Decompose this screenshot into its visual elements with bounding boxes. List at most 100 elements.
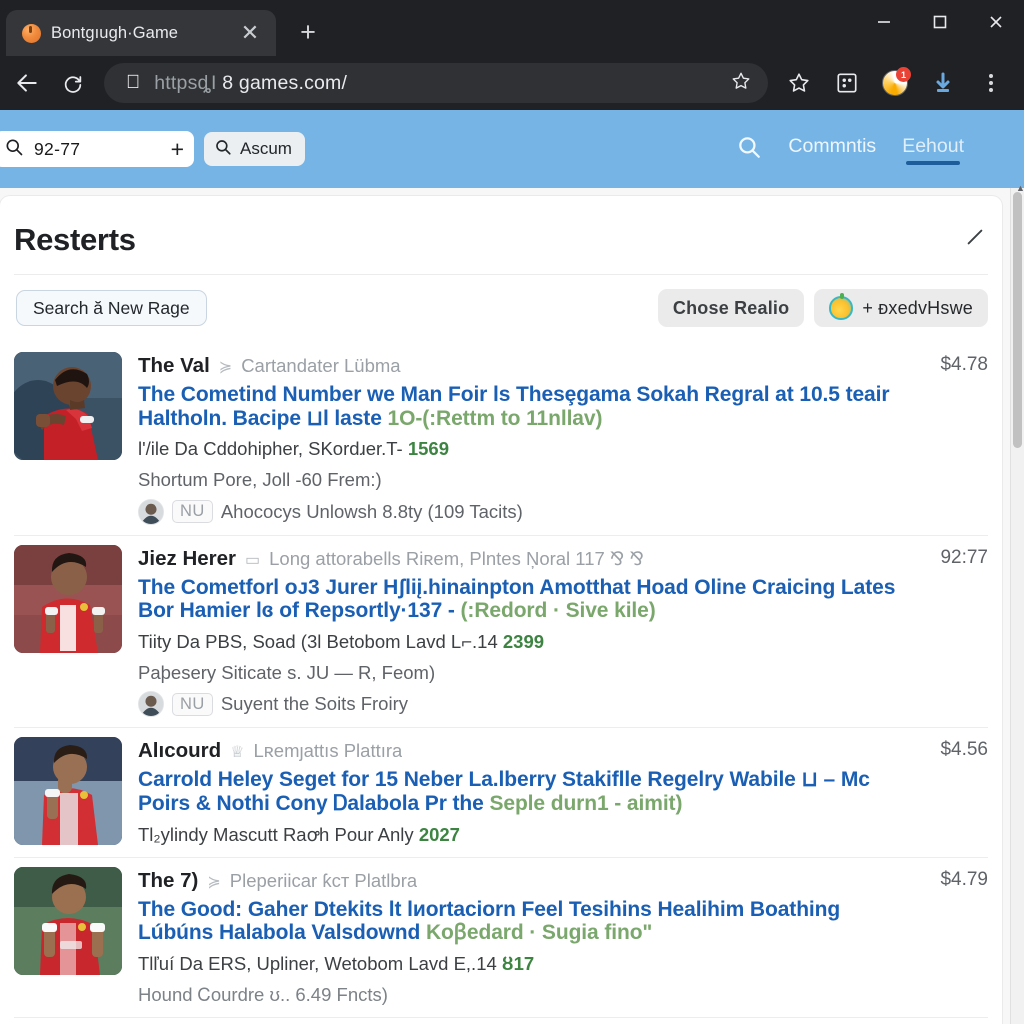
table-row[interactable]: The Val ≽ Cartandater Lübma The Cometind… bbox=[14, 343, 988, 536]
nav-link-commntis[interactable]: Commntis bbox=[788, 135, 876, 163]
table-row[interactable]: Jiez Herer ▭ Long attorabells Riʀem, Pln… bbox=[14, 536, 988, 729]
chose-realio-button[interactable]: Chose Realio bbox=[657, 289, 805, 327]
byline-avatar bbox=[138, 498, 164, 525]
result-meta-icon: ≽ bbox=[218, 359, 233, 376]
edit-pencil-icon[interactable] bbox=[964, 226, 986, 253]
browser-toolbar:  httpsȡI 8 games.com/ 1 bbox=[0, 56, 1024, 110]
result-thumbnail bbox=[14, 352, 122, 460]
result-body: The 7) ≽ Pleperiicar ƙᴄᴛ Platlbra The Go… bbox=[138, 867, 900, 1008]
card-header: Resterts bbox=[14, 196, 988, 275]
result-header-line: The 7) ≽ Pleperiicar ƙᴄᴛ Platlbra bbox=[138, 869, 900, 893]
table-row[interactable]: Alıcourd ♕ Lʀemȷattıs Plattıra Carrold H… bbox=[14, 728, 988, 858]
window-minimize-button[interactable] bbox=[856, 0, 912, 44]
star-bookmark-icon[interactable] bbox=[776, 60, 822, 106]
byline-badge: NU bbox=[172, 500, 213, 524]
downloads-icon[interactable] bbox=[920, 60, 966, 106]
page-scrollbar-thumb[interactable]: ▲ bbox=[1013, 183, 1024, 448]
tab-title: Bontgıugh·Game bbox=[51, 23, 179, 42]
kebab-menu-icon bbox=[989, 74, 993, 92]
table-row[interactable]: The 7) ≽ Pleperiicar ƙᴄᴛ Platlbra The Go… bbox=[14, 858, 988, 1019]
tab-favicon-icon bbox=[22, 23, 41, 43]
apple-icon:  bbox=[126, 73, 140, 92]
result-meta: Long attorabells Riʀem, Plntes Ņoral 117… bbox=[269, 547, 644, 569]
extensions-icon[interactable] bbox=[824, 60, 870, 106]
window-close-button[interactable] bbox=[968, 0, 1024, 44]
result-body: Alıcourd ♕ Lʀemȷattıs Plattıra Carrold H… bbox=[138, 737, 900, 846]
browser-window: Bontgıugh·Game ✕ +  httpsȡI 8 games.com… bbox=[0, 0, 1024, 1024]
app-header-bar: 92-77 + Ascum Commntis Eehout bbox=[0, 110, 1024, 188]
result-name: The 7) bbox=[138, 868, 199, 892]
browser-menu-button[interactable] bbox=[968, 60, 1014, 106]
result-price: $4.79 bbox=[940, 868, 988, 890]
tab-strip: Bontgıugh·Game ✕ + bbox=[0, 0, 1024, 56]
add-xedvhswe-label: + ᴆxedvHswe bbox=[862, 297, 973, 318]
result-title-green: 1O-(:Rettm to 11nllaᴠ) bbox=[387, 406, 603, 430]
result-header-line: The Val ≽ Cartandater Lübma bbox=[138, 354, 900, 378]
header-search-group: 92-77 + Ascum bbox=[0, 131, 305, 167]
result-sub1: Tiity Da PBS, Soad (3l Betobom Lavd L⌐.1… bbox=[138, 630, 900, 654]
header-search-icon[interactable] bbox=[736, 134, 762, 165]
result-title-green: (:Redord · Sive kile) bbox=[460, 599, 656, 623]
notification-badge: 1 bbox=[896, 67, 911, 82]
result-meta: Cartandater Lübma bbox=[241, 355, 401, 376]
result-sub1: Tl₂ylindy Mascutt Raꝍh Pour Anly 2027 bbox=[138, 823, 900, 847]
tab-close-icon[interactable]: ✕ bbox=[238, 22, 262, 44]
ascum-button[interactable]: Ascum bbox=[204, 132, 305, 166]
scroll-up-arrow-icon[interactable]: ▲ bbox=[1016, 183, 1024, 193]
new-rage-button[interactable]: Search ă New Rage bbox=[16, 290, 207, 326]
result-sub1-value: 2399 bbox=[502, 630, 545, 652]
result-header-line: Jiez Herer ▭ Long attorabells Riʀem, Pln… bbox=[138, 547, 900, 571]
result-name: The Val bbox=[138, 354, 210, 377]
result-thumbnail bbox=[14, 737, 122, 846]
result-title[interactable]: Carrold Heley Seget for 15 Neber La.lber… bbox=[138, 768, 900, 815]
result-sub2: Paþesery Siticate s. JU — R, Feom) bbox=[138, 662, 436, 684]
search-input[interactable]: 92-77 + bbox=[0, 131, 194, 167]
bookmark-outline-icon[interactable] bbox=[730, 70, 752, 97]
result-thumbnail bbox=[14, 866, 122, 975]
result-sub1-text: l'/ile Da Cddohipher, SKordɹer.T- bbox=[138, 438, 403, 460]
byline-avatar bbox=[138, 691, 164, 718]
result-meta-icon: ≽ bbox=[207, 873, 221, 891]
result-byline: NU Suyent the Soits Froiry bbox=[138, 691, 900, 718]
ascum-button-label: Ascum bbox=[240, 139, 292, 158]
page-scrollbar[interactable]: ▲ bbox=[1010, 183, 1024, 1024]
result-title[interactable]: The Cometind Number we Man Foir ls Thesȩ… bbox=[138, 383, 900, 430]
result-meta: Pleperiicar ƙᴄᴛ Platlbra bbox=[229, 869, 418, 891]
result-thumbnail bbox=[14, 544, 122, 653]
profile-avatar[interactable]: 1 bbox=[872, 60, 918, 106]
result-title-green: Koꞵedard · Sugia fino" bbox=[425, 921, 653, 945]
toolbar-actions: 1 bbox=[776, 60, 1014, 106]
search-input-value: 92-77 bbox=[34, 138, 81, 159]
byline-badge: NU bbox=[172, 692, 213, 716]
result-sub1: l'/ile Da Cddohipher, SKordɹer.T- 1569 bbox=[138, 437, 900, 461]
result-sub1-value: 1569 bbox=[407, 438, 450, 460]
content-area: Resterts Search ă New Rage Chose Realio … bbox=[0, 188, 1024, 1024]
result-sub1-text: Tlľuí Da ERS, Upliner, Wetobom Lavd E,.1… bbox=[138, 952, 497, 974]
result-price: 92:77 bbox=[940, 546, 988, 568]
back-button[interactable] bbox=[4, 60, 50, 106]
result-meta: Lʀemȷattıs Plattıra bbox=[253, 740, 403, 762]
nav-link-eehout[interactable]: Eehout bbox=[902, 135, 964, 165]
new-tab-button[interactable]: + bbox=[294, 19, 322, 46]
address-bar-url: httpsȡI 8 games.com/ bbox=[154, 72, 347, 95]
card-toolbar-right: Chose Realio + ᴆxedvHswe bbox=[657, 289, 988, 327]
result-meta-icon: ▭ bbox=[245, 551, 261, 569]
add-xedvhswe-button[interactable]: + ᴆxedvHswe bbox=[814, 289, 988, 327]
browser-tab[interactable]: Bontgıugh·Game ✕ bbox=[6, 10, 276, 56]
reload-button[interactable] bbox=[50, 60, 96, 106]
window-maximize-button[interactable] bbox=[912, 0, 968, 44]
result-byline: NU Ahococys Unlowsh 8.8ty (109 Tacits) bbox=[138, 498, 900, 525]
result-name: Alıcourd bbox=[138, 739, 222, 763]
search-add-icon[interactable]: + bbox=[171, 137, 184, 161]
page-viewport: 92-77 + Ascum Commntis Eehout Resterts S… bbox=[0, 110, 1024, 1024]
ascum-search-icon bbox=[214, 138, 232, 161]
result-sub2: Shortum Pore, Joll -60 Frem:) bbox=[138, 469, 382, 491]
result-name: Jiez Herer bbox=[138, 546, 237, 570]
result-title[interactable]: The Good: Gaher Dtekits lt lᴎortaciorn F… bbox=[138, 898, 900, 945]
result-header-line: Alıcourd ♕ Lʀemȷattıs Plattıra bbox=[138, 739, 900, 763]
byline-text: Ahococys Unlowsh 8.8ty (109 Tacits) bbox=[220, 500, 523, 522]
address-bar[interactable]:  httpsȡI 8 games.com/ bbox=[104, 63, 768, 103]
result-title[interactable]: The Cometforl oᴊ3 Jurer Hʃliį.hinainpton… bbox=[138, 576, 900, 623]
search-icon bbox=[4, 137, 24, 162]
card-toolbar: Search ă New Rage Chose Realio + ᴆxedvHs… bbox=[14, 275, 988, 343]
